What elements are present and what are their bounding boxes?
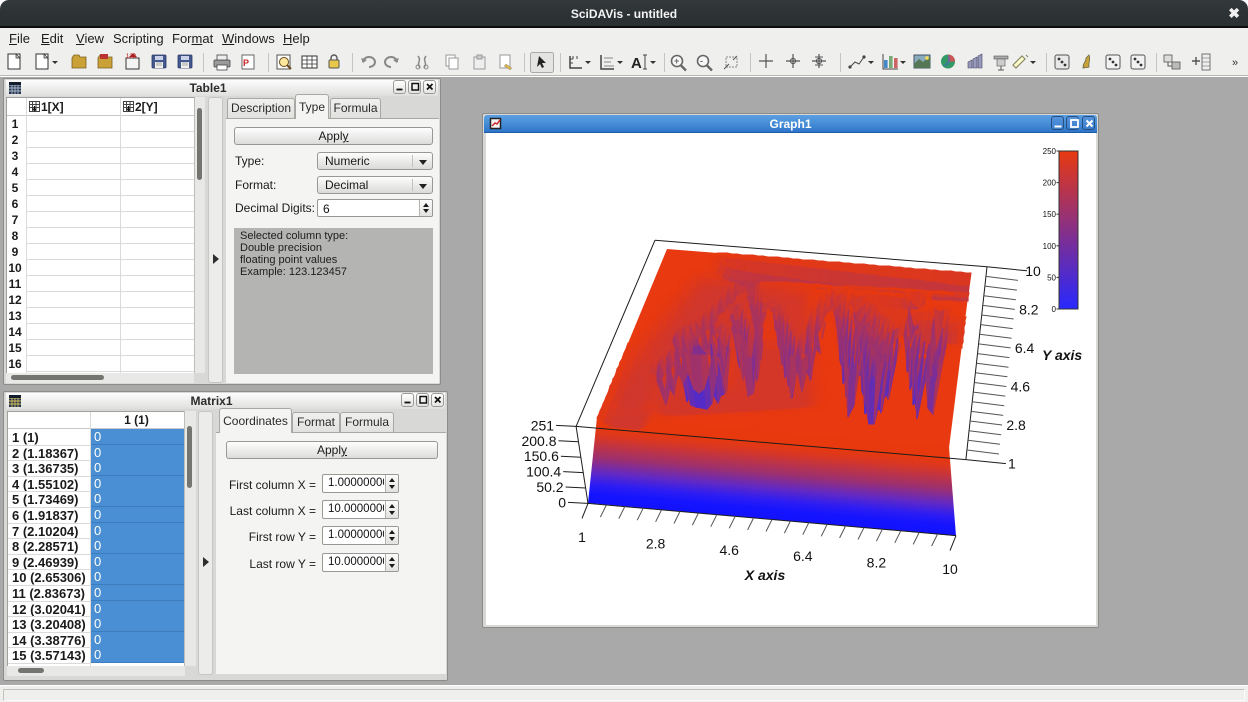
svg-text:»: »: [1232, 57, 1238, 69]
svg-text:100: 100: [1043, 242, 1057, 251]
svg-text:4.6: 4.6: [719, 542, 739, 558]
svg-text:1: 1: [1008, 456, 1016, 472]
svg-text:+: +: [674, 56, 679, 66]
svg-text:150.6: 150.6: [524, 448, 559, 464]
svg-text:0: 0: [558, 494, 566, 510]
svg-text:-: -: [700, 56, 703, 66]
svg-text:4.6: 4.6: [1011, 379, 1031, 395]
svg-text:6.4: 6.4: [1015, 340, 1035, 356]
svg-text:1: 1: [578, 529, 586, 545]
svg-text:P: P: [243, 58, 249, 68]
svg-text:100.4: 100.4: [526, 464, 561, 480]
svg-text:2.8: 2.8: [646, 535, 666, 551]
svg-text:2.8: 2.8: [1006, 417, 1026, 433]
svg-text:8.2: 8.2: [867, 555, 887, 571]
svg-text:10: 10: [942, 561, 958, 577]
svg-text:200.8: 200.8: [521, 433, 556, 449]
svg-text:250: 250: [1043, 147, 1057, 156]
svg-text:6.4: 6.4: [793, 548, 813, 564]
svg-text:251: 251: [531, 417, 555, 433]
svg-text:8.2: 8.2: [1019, 301, 1039, 317]
svg-text:50.2: 50.2: [536, 479, 563, 495]
svg-text:A: A: [631, 55, 642, 72]
svg-text:150: 150: [1043, 210, 1057, 219]
svg-text:0: 0: [1052, 305, 1057, 314]
svg-text:Y axis: Y axis: [1042, 347, 1082, 363]
svg-text:200: 200: [1043, 179, 1057, 188]
svg-text:10: 10: [1025, 263, 1041, 279]
svg-text:X axis: X axis: [744, 567, 786, 583]
svg-text:50: 50: [1047, 273, 1056, 282]
